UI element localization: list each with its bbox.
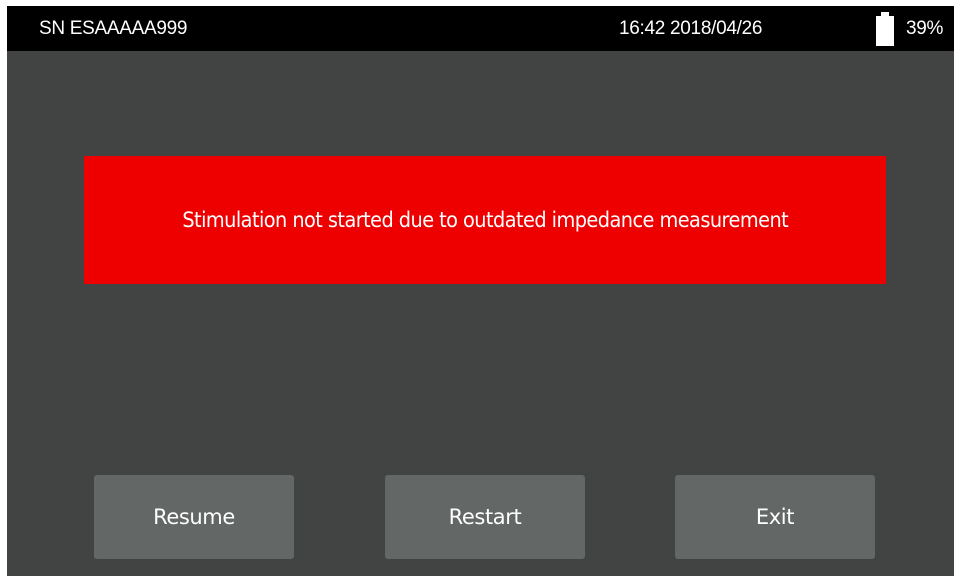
battery-percent: 39% [906,18,944,39]
resume-button-label: Resume [153,505,235,529]
date-time: 16:42 2018/04/26 [619,18,763,39]
exit-button-label: Exit [755,505,795,529]
battery-icon [876,12,894,46]
alert-message: Stimulation not started due to outdated … [182,208,788,232]
status-bar: SN ESAAAAA999 16:42 2018/04/26 39% [7,6,954,51]
alert-banner: Stimulation not started due to outdated … [84,156,886,284]
serial-number: SN ESAAAAA999 [39,18,188,39]
resume-button[interactable]: Resume [94,475,294,559]
device-screen: SN ESAAAAA999 16:42 2018/04/26 39% Stimu… [7,6,954,576]
restart-button-label: Restart [448,505,522,529]
restart-button[interactable]: Restart [385,475,585,559]
exit-button[interactable]: Exit [675,475,875,559]
